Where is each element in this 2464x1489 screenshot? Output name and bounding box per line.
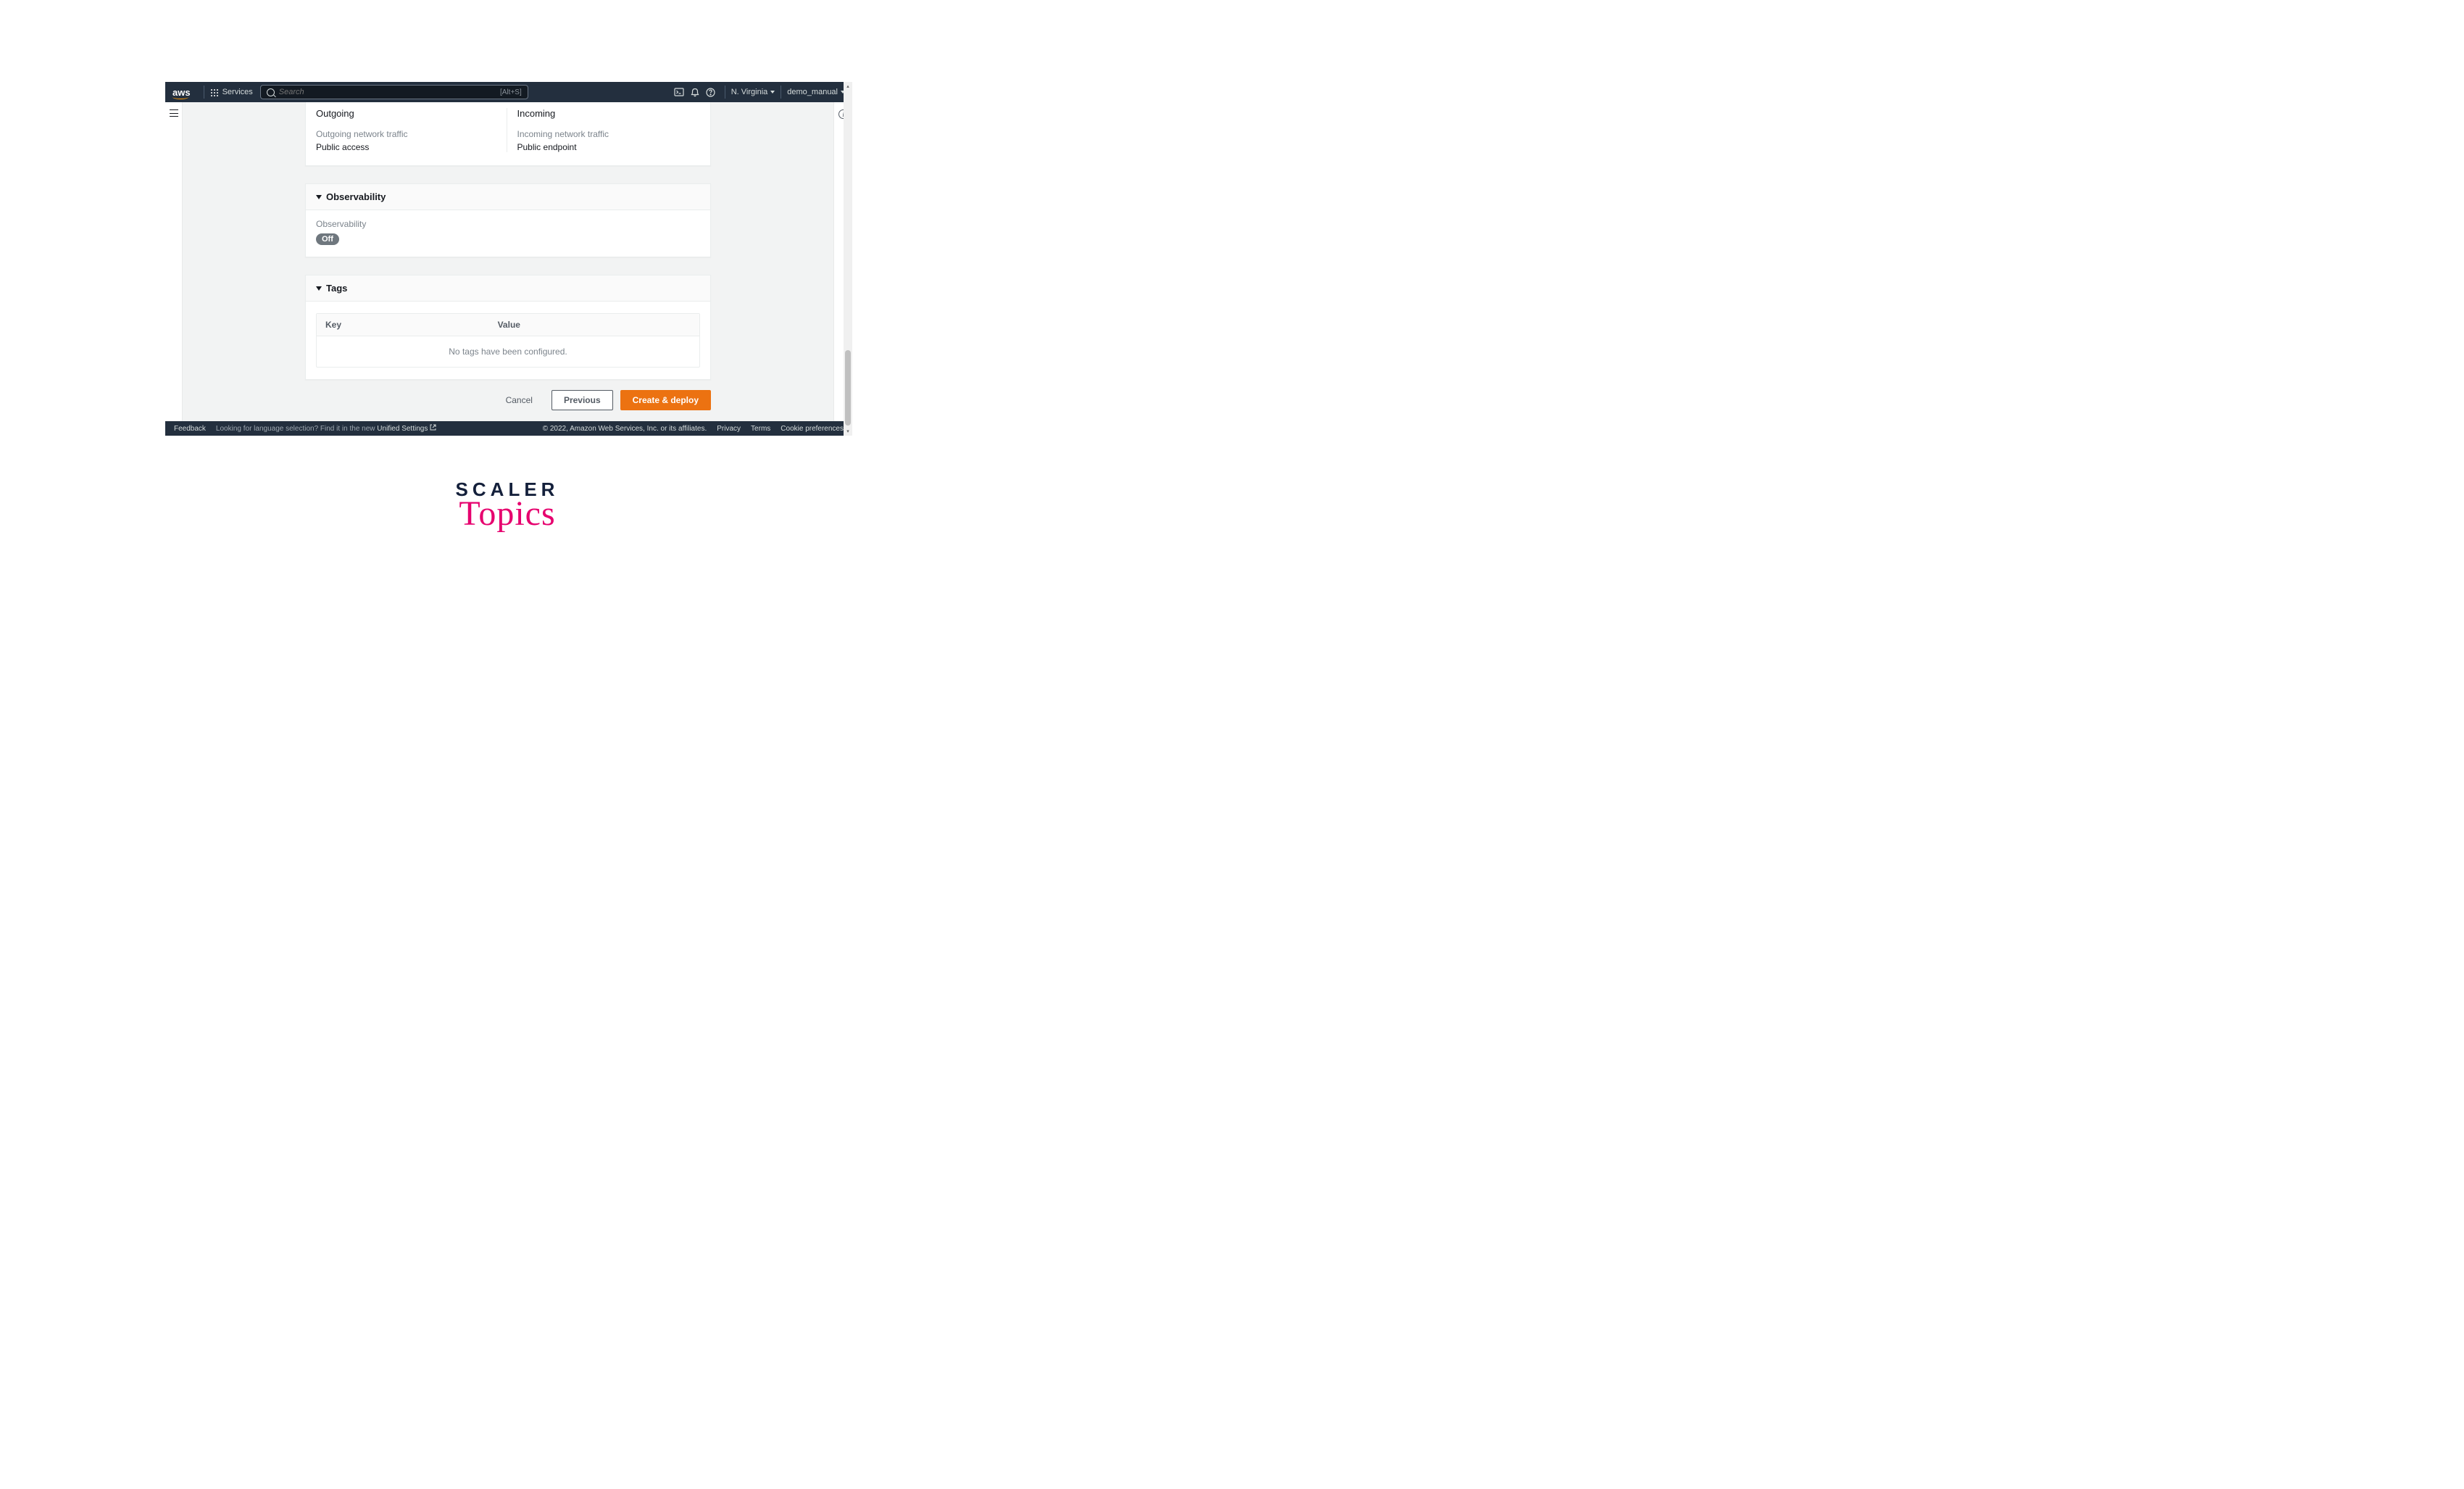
tags-table-header: Key Value xyxy=(317,314,699,336)
region-label: N. Virginia xyxy=(731,88,768,96)
outgoing-column: Outgoing Outgoing network traffic Public… xyxy=(316,108,499,152)
create-deploy-button[interactable]: Create & deploy xyxy=(620,390,711,410)
search-box[interactable]: [Alt+S] xyxy=(260,85,528,99)
cookie-preferences-link[interactable]: Cookie preferences xyxy=(781,425,844,433)
notifications-button[interactable] xyxy=(687,88,703,97)
observability-header[interactable]: Observability xyxy=(306,184,710,210)
scroll-up-arrow[interactable]: ▴ xyxy=(844,82,852,91)
outgoing-sublabel: Outgoing network traffic xyxy=(316,129,499,139)
chevron-down-icon xyxy=(316,195,322,199)
aws-swoosh-icon xyxy=(172,95,188,99)
external-link-icon xyxy=(430,424,436,431)
grid-icon xyxy=(210,88,218,96)
top-nav: aws Services [Alt+S] xyxy=(165,82,852,102)
incoming-heading: Incoming xyxy=(517,108,701,119)
aws-logo[interactable]: aws xyxy=(172,87,191,98)
watermark-line2: Topics xyxy=(456,494,559,534)
tags-col-key: Key xyxy=(317,314,489,336)
language-hint: Looking for language selection? Find it … xyxy=(216,424,436,433)
terms-link[interactable]: Terms xyxy=(751,425,770,433)
wizard-actions: Cancel Previous Create & deploy xyxy=(305,390,711,410)
tags-col-value: Value xyxy=(489,314,699,336)
copyright-text: © 2022, Amazon Web Services, Inc. or its… xyxy=(543,425,707,433)
aws-console-window: ▴ ▾ aws Services [Alt+S] xyxy=(165,82,852,436)
account-menu[interactable]: demo_manual xyxy=(787,88,845,96)
observability-status-badge: Off xyxy=(316,233,339,245)
outgoing-value: Public access xyxy=(316,142,499,152)
outgoing-heading: Outgoing xyxy=(316,108,499,119)
side-nav-toggle[interactable] xyxy=(170,109,178,117)
left-rail xyxy=(165,102,183,421)
incoming-sublabel: Incoming network traffic xyxy=(517,129,701,139)
region-selector[interactable]: N. Virginia xyxy=(731,88,775,96)
services-menu-button[interactable]: Services xyxy=(210,88,253,96)
feedback-link[interactable]: Feedback xyxy=(174,425,206,433)
tags-title: Tags xyxy=(326,283,347,294)
tags-empty-message: No tags have been configured. xyxy=(317,336,699,367)
incoming-value: Public endpoint xyxy=(517,142,701,152)
account-label: demo_manual xyxy=(787,88,838,96)
networking-panel: Outgoing Outgoing network traffic Public… xyxy=(305,102,711,166)
search-icon xyxy=(267,88,275,96)
scaler-topics-watermark: SCALER Topics xyxy=(456,478,559,534)
search-input[interactable] xyxy=(279,88,496,96)
footer: Feedback Looking for language selection?… xyxy=(165,421,852,436)
cancel-button[interactable]: Cancel xyxy=(494,390,544,410)
privacy-link[interactable]: Privacy xyxy=(717,425,741,433)
chevron-down-icon xyxy=(770,91,775,94)
help-button[interactable] xyxy=(703,88,719,97)
body: Outgoing Outgoing network traffic Public… xyxy=(165,102,852,421)
scrollbar-track[interactable]: ▴ ▾ xyxy=(844,82,852,436)
chevron-down-icon xyxy=(316,286,322,291)
previous-button[interactable]: Previous xyxy=(552,390,613,410)
scrollbar-thumb[interactable] xyxy=(845,350,851,426)
tags-header[interactable]: Tags xyxy=(306,275,710,302)
language-hint-text: Looking for language selection? Find it … xyxy=(216,425,377,433)
cloudshell-button[interactable] xyxy=(671,88,687,96)
tags-panel: Tags Key Value No tags have been configu… xyxy=(305,275,711,380)
services-label: Services xyxy=(222,88,253,96)
scroll-down-arrow[interactable]: ▾ xyxy=(844,427,852,436)
observability-panel: Observability Observability Off xyxy=(305,183,711,257)
incoming-column: Incoming Incoming network traffic Public… xyxy=(507,108,701,152)
observability-title: Observability xyxy=(326,191,386,202)
unified-settings-link[interactable]: Unified Settings xyxy=(377,425,436,433)
tags-table: Key Value No tags have been configured. xyxy=(316,313,700,368)
content: Outgoing Outgoing network traffic Public… xyxy=(183,102,833,421)
search-shortcut-hint: [Alt+S] xyxy=(500,88,522,96)
observability-label: Observability xyxy=(316,219,700,229)
